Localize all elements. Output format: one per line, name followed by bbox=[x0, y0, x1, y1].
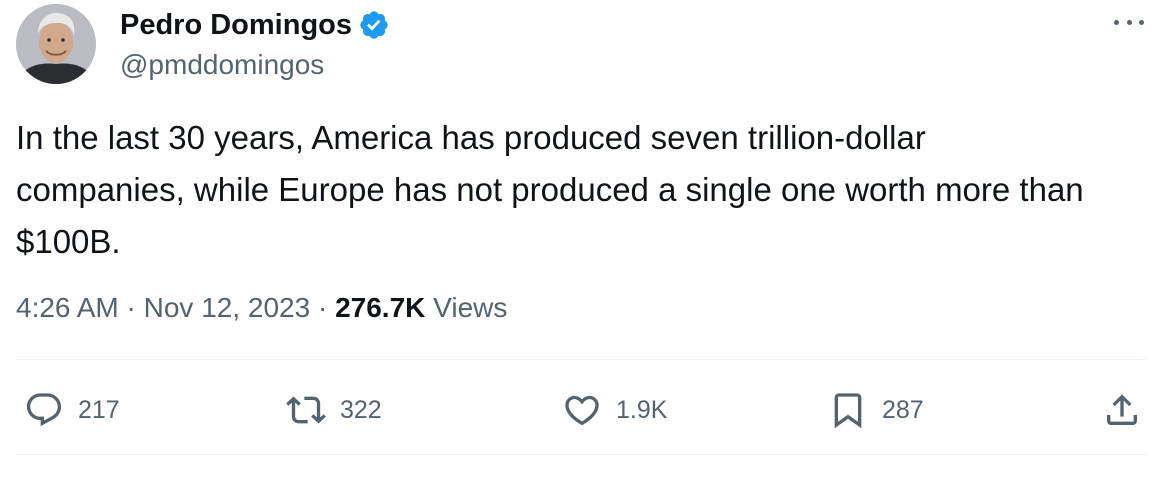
dot bbox=[1126, 19, 1132, 25]
share-icon bbox=[1107, 394, 1137, 425]
separator-dot: · bbox=[317, 292, 336, 323]
bookmark-count: 287 bbox=[882, 395, 924, 424]
author-name-row: Pedro Domingos bbox=[120, 8, 390, 42]
author-name[interactable]: Pedro Domingos bbox=[120, 8, 352, 42]
tweet-text: In the last 30 years, America has produc… bbox=[16, 119, 1084, 260]
verified-badge-icon[interactable] bbox=[358, 9, 390, 41]
tweet-date[interactable]: Nov 12, 2023 bbox=[144, 292, 311, 323]
like-button[interactable]: 1.9K bbox=[562, 386, 667, 434]
divider bbox=[16, 359, 1146, 360]
avatar-photo bbox=[16, 4, 96, 84]
reply-count: 217 bbox=[78, 395, 120, 424]
divider bbox=[16, 454, 1146, 455]
reply-icon bbox=[26, 393, 62, 427]
action-bar: 217 322 1.9K 287 bbox=[16, 386, 1142, 434]
like-count: 1.9K bbox=[616, 395, 668, 424]
author-handle[interactable]: @pmddomingos bbox=[120, 48, 324, 82]
bookmark-button[interactable]: 287 bbox=[828, 386, 924, 434]
dot bbox=[1114, 19, 1119, 25]
views-label: Views bbox=[433, 292, 508, 323]
views-count: 276.7K bbox=[335, 292, 426, 323]
tweet-time[interactable]: 4:26 AM bbox=[16, 292, 119, 323]
reply-button[interactable]: 217 bbox=[24, 386, 120, 434]
avatar[interactable] bbox=[16, 4, 96, 84]
more-options-icon[interactable] bbox=[1114, 14, 1144, 30]
tweet-meta: 4:26 AM · Nov 12, 2023 · 276.7K Views bbox=[16, 290, 507, 326]
retweet-button[interactable]: 322 bbox=[286, 386, 382, 434]
dot bbox=[1139, 19, 1144, 25]
retweet-icon bbox=[286, 396, 326, 424]
bookmark-icon bbox=[834, 393, 862, 429]
heart-icon bbox=[565, 395, 599, 426]
separator-dot: · bbox=[126, 292, 144, 323]
share-button[interactable] bbox=[1102, 386, 1142, 434]
retweet-count: 322 bbox=[340, 395, 382, 424]
